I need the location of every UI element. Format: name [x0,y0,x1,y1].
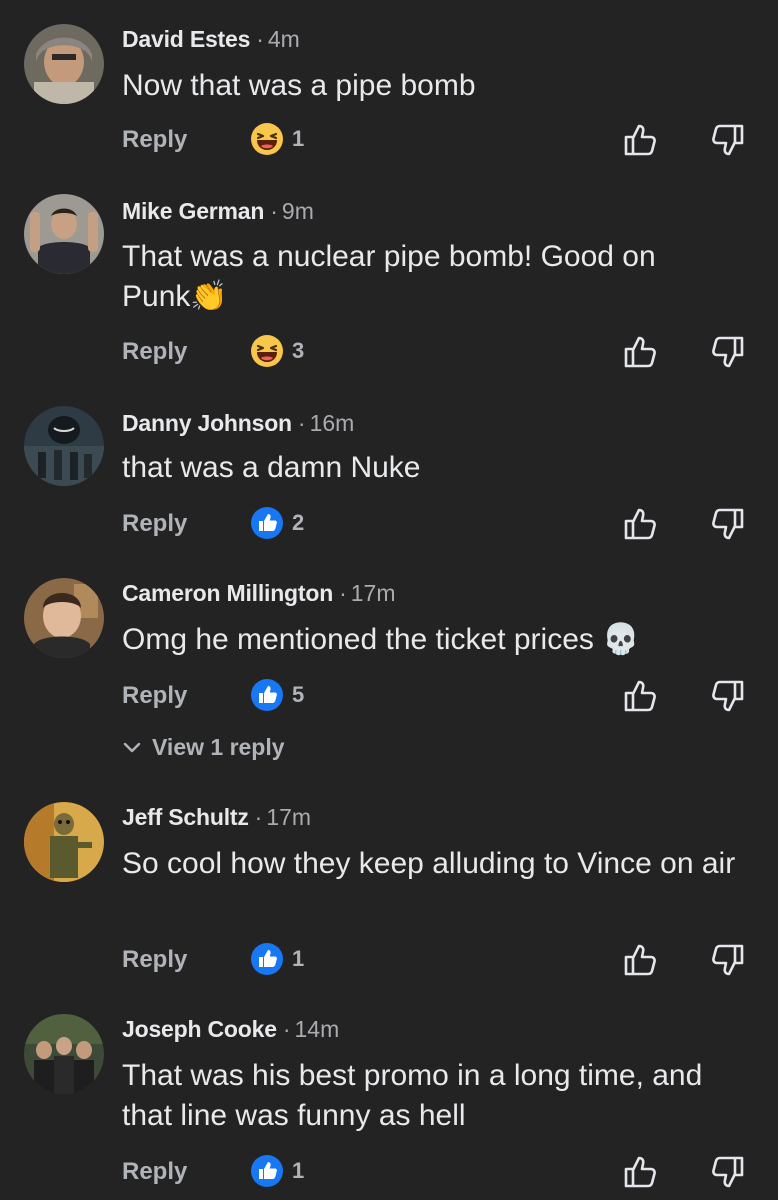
comment-header: Mike German · 9m [122,198,314,225]
comment-text: That was a nuclear pipe bomb! Good on Pu… [122,237,722,317]
separator: · [339,580,347,606]
author-name[interactable]: Cameron Millington [122,580,333,606]
timestamp[interactable]: 4m [268,26,300,52]
clapping-hands-emoji: 👏 [190,279,228,314]
thumbs-up-icon[interactable] [620,120,660,160]
chevron-down-icon [123,742,141,752]
reaction-summary[interactable]: 2 [250,506,304,540]
action-row: Reply 1 [0,940,778,980]
skull-emoji: 💀 [602,622,640,657]
thumbs-down-icon[interactable] [708,940,748,980]
avatar[interactable] [24,578,104,658]
comment-text: that was a damn Nuke [122,448,752,488]
author-name[interactable]: David Estes [122,26,250,52]
action-row: Reply 2 [0,504,778,544]
avatar[interactable] [24,406,104,486]
separator: · [282,1016,291,1042]
comment-header: Joseph Cooke · 14m [122,1016,339,1043]
comment-header: Cameron Millington · 17m [122,580,395,607]
timestamp[interactable]: 14m [294,1016,339,1042]
thumbs-down-icon[interactable] [708,676,748,716]
reaction-summary[interactable]: 1 [250,942,304,976]
author-name[interactable]: Mike German [122,198,264,224]
thumbs-up-icon[interactable] [620,676,660,716]
view-replies-label: View 1 reply [152,734,285,760]
thumbs-up-icon[interactable] [620,940,660,980]
comment-text-content: that was a damn Nuke [122,451,421,484]
reaction-summary[interactable]: 1 [250,122,304,156]
like-reaction-icon [250,678,284,712]
reply-button[interactable]: Reply [122,946,187,974]
action-row: Reply 1 [0,1152,778,1192]
comment-text-content: Omg he mentioned the ticket prices [122,623,594,656]
laugh-reaction-icon [250,122,284,156]
reply-button[interactable]: Reply [122,1158,187,1186]
comment-text-content: That was his best promo in a long time, … [122,1059,703,1132]
action-row: Reply 3 [0,332,778,372]
reaction-summary[interactable]: 3 [250,334,304,368]
author-name[interactable]: Jeff Schultz [122,804,249,830]
reply-button[interactable]: Reply [122,338,187,366]
comment-text: That was his best promo in a long time, … [122,1056,752,1136]
reply-button[interactable]: Reply [122,126,187,154]
reaction-count: 1 [292,126,305,151]
comment-header: Jeff Schultz · 17m [122,804,311,831]
reaction-count: 3 [292,338,305,363]
reaction-count: 1 [292,1158,305,1183]
thumbs-down-icon[interactable] [708,332,748,372]
timestamp[interactable]: 9m [282,198,314,224]
reply-button[interactable]: Reply [122,682,187,710]
avatar[interactable] [24,1014,104,1094]
reaction-summary[interactable]: 1 [250,1154,304,1188]
author-name[interactable]: Danny Johnson [122,410,292,436]
avatar[interactable] [24,802,104,882]
separator: · [254,804,263,830]
author-name[interactable]: Joseph Cooke [122,1016,277,1042]
like-reaction-icon [250,506,284,540]
thumbs-up-icon[interactable] [620,504,660,544]
reaction-summary[interactable]: 5 [250,678,304,712]
thumbs-down-icon[interactable] [708,1152,748,1192]
comment-text-content: So cool how they keep alluding to Vince … [122,847,736,880]
timestamp[interactable]: 17m [351,580,396,606]
thumbs-down-icon[interactable] [708,504,748,544]
thumbs-up-icon[interactable] [620,332,660,372]
like-reaction-icon [250,942,284,976]
view-replies-button[interactable]: View 1 reply [122,734,285,761]
comment-header: David Estes · 4m [122,26,300,53]
reply-button[interactable]: Reply [122,510,187,538]
laugh-reaction-icon [250,334,284,368]
avatar[interactable] [24,24,104,104]
timestamp[interactable]: 16m [310,410,355,436]
reaction-count: 1 [292,946,305,971]
comment-text: Now that was a pipe bomb [122,66,752,106]
comment-text-content: Now that was a pipe bomb [122,69,476,102]
separator: · [256,26,264,52]
thumbs-down-icon[interactable] [708,120,748,160]
reaction-count: 5 [292,682,305,707]
comment-text: Omg he mentioned the ticket prices 💀 [122,620,752,660]
action-row: Reply 1 [0,120,778,160]
separator: · [270,198,278,224]
separator: · [297,410,306,436]
timestamp[interactable]: 17m [266,804,311,830]
comment-text: So cool how they keep alluding to Vince … [122,844,752,884]
comment-header: Danny Johnson · 16m [122,410,354,437]
thumbs-up-icon[interactable] [620,1152,660,1192]
like-reaction-icon [250,1154,284,1188]
reaction-count: 2 [292,510,305,535]
avatar[interactable] [24,194,104,274]
action-row: Reply 5 [0,676,778,716]
